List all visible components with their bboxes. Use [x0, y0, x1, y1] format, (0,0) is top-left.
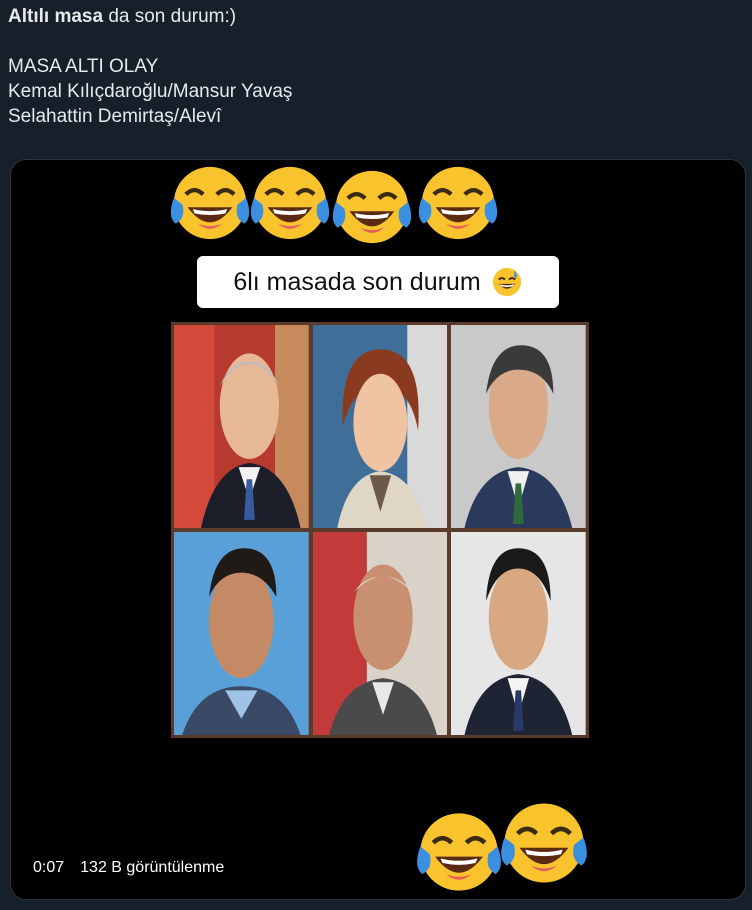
caption-text: 6lı masada son durum: [233, 267, 481, 296]
view-count: 132 B görüntülenme: [80, 859, 225, 876]
video-caption: 6lı masada son durum: [197, 256, 559, 308]
tweet-line-3: Kemal Kılıçdaroğlu/Mansur Yavaş: [8, 81, 293, 102]
portrait-photo: [174, 532, 309, 735]
portrait-photo: [451, 325, 586, 528]
face-with-tears-of-joy-icon: [170, 166, 250, 240]
portrait-photo: [451, 532, 586, 735]
video-player[interactable]: 6lı masada son durum 0:07 132 B görüntül…: [10, 159, 746, 900]
tweet-line-1: Altılı masa da son durum:): [8, 4, 738, 29]
portrait-photo: [312, 325, 448, 528]
portrait-photo: [312, 532, 448, 735]
video-timestamp: 0:07: [33, 859, 65, 876]
video-info: 0:07 132 B görüntülenme: [33, 859, 224, 877]
face-with-tears-of-joy-icon: [417, 813, 501, 891]
politician-photo-grid: [171, 322, 589, 738]
tweet-line-1-rest: da son durum:): [103, 6, 237, 27]
face-with-tears-of-joy-icon: [332, 170, 412, 244]
face-with-tears-of-joy-icon: [250, 166, 330, 240]
tweet-line-4: Selahattin Demirtaş/Alevî: [8, 106, 222, 127]
grinning-face-with-sweat-icon: [492, 267, 521, 297]
tweet-line-2: MASA ALTI OLAY: [8, 56, 159, 77]
tweet-text: Altılı masa da son durum:) MASA ALTI OLA…: [8, 4, 738, 129]
face-with-tears-of-joy-icon: [418, 166, 498, 240]
portrait-photo: [174, 325, 309, 528]
face-with-tears-of-joy-icon: [501, 803, 587, 883]
tweet-bold-text: Altılı masa: [8, 6, 104, 27]
